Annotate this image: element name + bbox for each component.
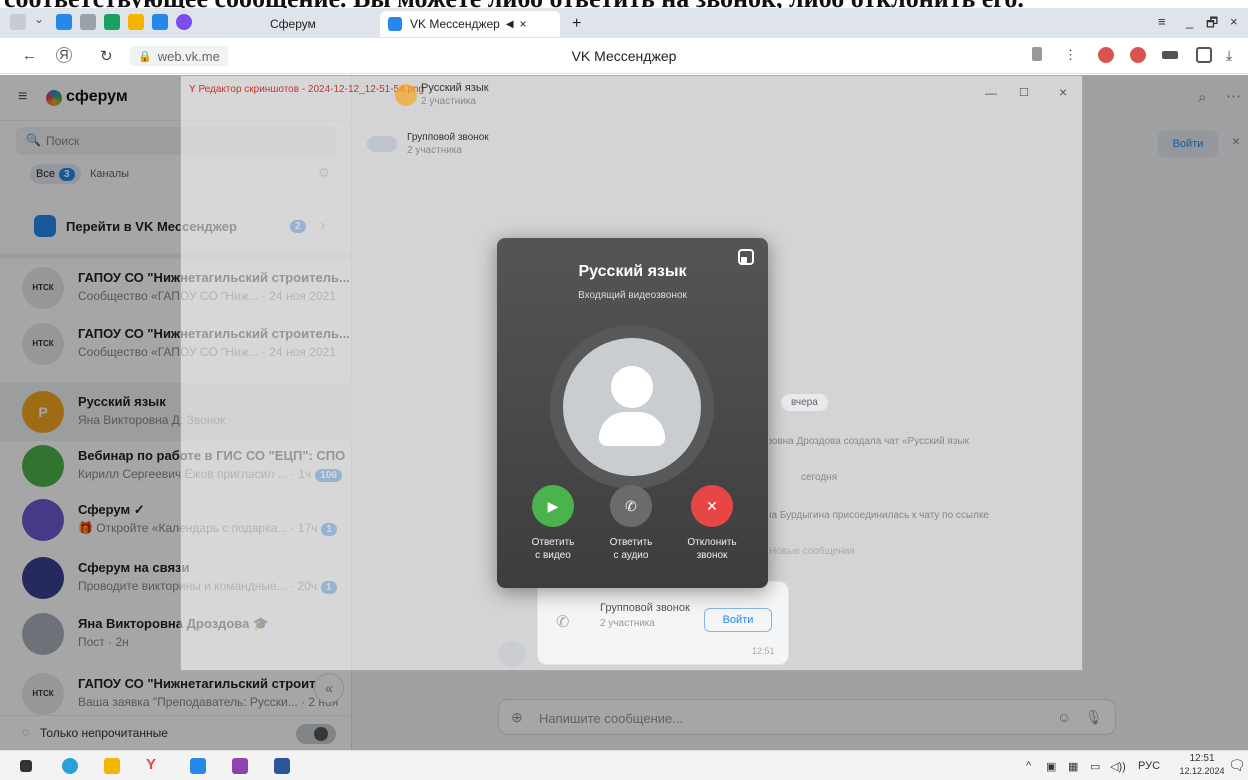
notifications-icon[interactable]: 🗨 xyxy=(1228,757,1246,774)
answer-audio-label: Ответить с аудио xyxy=(591,536,671,562)
answer-video-button[interactable]: ▶ xyxy=(532,485,574,527)
restore-icon[interactable]: 🗗 xyxy=(1206,14,1218,36)
yandex-browser-icon[interactable]: Y xyxy=(146,756,162,773)
tab-icon-vk[interactable] xyxy=(56,14,72,30)
overlay-restore-icon[interactable]: ☐ xyxy=(1019,86,1029,99)
screenshot-editor-title-text: Редактор скриншотов - 2024-12-12_12-51-5… xyxy=(198,84,425,95)
app-icon-purple[interactable] xyxy=(232,758,248,774)
tab-icon-messenger[interactable] xyxy=(152,14,168,30)
minimize-icon[interactable]: _ xyxy=(1186,14,1193,29)
decline-call-button[interactable]: ✕ xyxy=(691,485,733,527)
overlay-group-call-label: Групповой звонок xyxy=(407,132,489,143)
overlay-close-icon[interactable]: × xyxy=(1059,84,1067,100)
caller-name: Русский язык xyxy=(578,263,687,280)
caller-avatar xyxy=(563,338,701,476)
tab-sferum[interactable]: Сферум xyxy=(262,11,324,37)
extension-icon-3[interactable] xyxy=(1162,51,1178,59)
tray-expand-icon[interactable]: ^ xyxy=(1026,760,1031,772)
extensions-icon[interactable] xyxy=(1196,47,1212,63)
clock-time[interactable]: 12:51 xyxy=(1176,753,1228,764)
answer-audio-label-line2: с аудио xyxy=(613,550,649,561)
chevron-down-icon[interactable]: ⌄ xyxy=(34,12,50,28)
network-icon[interactable]: ▭ xyxy=(1090,760,1100,773)
address-bar: ← Я ↻ 🔒 web.vk.me VK Мессенджер ⋮ ⤓ xyxy=(0,38,1248,74)
windows-start-icon[interactable] xyxy=(20,760,32,772)
menu-icon[interactable]: ≡ xyxy=(1158,14,1166,29)
group-call-card: ✆ Групповой звонок 2 участника Войти 12:… xyxy=(537,581,789,665)
new-tab-button[interactable]: + xyxy=(564,11,589,37)
extension-icon-1[interactable] xyxy=(1098,47,1114,63)
tray-app-icon-2[interactable]: ▦ xyxy=(1068,760,1078,773)
volume-icon[interactable]: ◁)) xyxy=(1110,760,1126,773)
phone-icon: ✆ xyxy=(625,497,637,514)
file-explorer-icon[interactable] xyxy=(104,758,120,774)
card-members: 2 участника xyxy=(600,618,655,629)
tab-icon-drive[interactable] xyxy=(128,14,144,30)
download-icon[interactable]: ⤓ xyxy=(1226,47,1232,64)
person-body-icon xyxy=(599,412,665,446)
tab-sferum-label: Сферум xyxy=(270,17,316,31)
yandex-icon: Y xyxy=(189,84,196,95)
language-indicator[interactable]: РУС xyxy=(1138,760,1160,772)
more-icon[interactable]: ⋮ xyxy=(1064,47,1077,63)
date-today: сегодня xyxy=(801,472,838,483)
tab-vk-messenger-label: VK Мессенджер xyxy=(410,17,500,31)
browser-tab-bar: ⌄ Сферум VK Мессенджер ◀ × + ≡ _ 🗗 × xyxy=(0,8,1248,38)
close-window-icon[interactable]: × xyxy=(1230,14,1238,29)
overlay-chat-members: 2 участника xyxy=(421,96,476,107)
page-title: VK Мессенджер xyxy=(571,48,677,64)
joined-chat-message: Наталья Николаевна Бурдыгина присоединил… xyxy=(769,510,989,521)
tab-icon-grid[interactable] xyxy=(80,14,96,30)
call-type: Входящий видеозвонок xyxy=(578,290,687,301)
tab-icon-sferum[interactable] xyxy=(176,14,192,30)
sender-avatar xyxy=(499,641,525,667)
close-icon: ✕ xyxy=(706,497,718,514)
answer-video-label-line2: с видео xyxy=(535,550,571,561)
created-chat-message: Яна Викторовна Дроздова создала чат «Рус… xyxy=(769,436,969,447)
date-yesterday: вчера xyxy=(781,394,828,411)
answer-video-label: Ответить с видео xyxy=(513,536,593,562)
overlay-group-call-members: 2 участника xyxy=(407,145,462,156)
tab-icon-green[interactable] xyxy=(104,14,120,30)
decline-call-label-line2: звонок xyxy=(696,550,728,561)
new-messages-divider: Новые сообщения xyxy=(769,546,855,557)
extension-icon-2[interactable] xyxy=(1130,47,1146,63)
answer-audio-button[interactable]: ✆ xyxy=(610,485,652,527)
answer-video-label-line1: Ответить xyxy=(531,537,575,548)
bookmark-icon[interactable] xyxy=(1032,47,1042,61)
edge-icon[interactable] xyxy=(62,758,78,774)
word-icon[interactable] xyxy=(274,758,290,774)
screenshot-editor-title: Y Редактор скриншотов - 2024-12-12_12-51… xyxy=(189,84,424,95)
taskbar: Y ^ ▣ ▦ ▭ ◁)) РУС 12:51 12.12.2024 🗨 xyxy=(0,750,1248,780)
phone-icon: ✆ xyxy=(556,614,570,631)
clock-date[interactable]: 12.12.2024 xyxy=(1176,766,1228,776)
speaker-icon[interactable] xyxy=(10,14,26,30)
overlay-chat-name: Русский язык xyxy=(421,82,489,94)
speaker-icon[interactable]: ◀ xyxy=(506,19,514,30)
overlay-minimize-icon[interactable]: — xyxy=(985,86,997,100)
answer-audio-label-line1: Ответить xyxy=(609,537,653,548)
vk-logo-icon xyxy=(388,17,402,31)
card-join-button[interactable]: Войти xyxy=(704,608,772,632)
video-camera-icon: ▶ xyxy=(547,497,559,514)
group-call-icon xyxy=(367,136,397,152)
tray-app-icon-1[interactable]: ▣ xyxy=(1046,760,1056,773)
person-head-icon xyxy=(611,366,653,408)
decline-call-label: Отклонить звонок xyxy=(672,536,752,562)
card-title: Групповой звонок xyxy=(600,602,690,614)
app-icon-blue[interactable] xyxy=(190,758,206,774)
card-time: 12:51 xyxy=(752,646,775,656)
decline-call-label-line1: Отклонить xyxy=(687,537,737,548)
incoming-call-modal: Русский язык Входящий видеозвонок ▶ Ответ… xyxy=(497,238,768,588)
close-tab-icon[interactable]: × xyxy=(520,17,527,31)
tab-vk-messenger[interactable]: VK Мессенджер ◀ × xyxy=(380,11,560,37)
chat-avatar xyxy=(395,84,417,106)
